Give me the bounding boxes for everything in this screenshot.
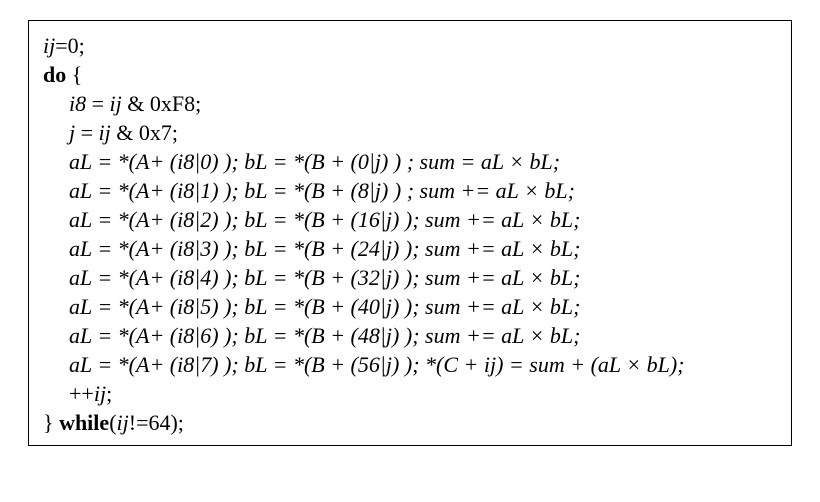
code-line: aL = *(A+ (i8|2) ); bL = *(B + (16|j) );… [43,205,777,234]
sum-part: sum += aL × bL; [425,294,580,319]
a-part: aL = *(A+ (i8|2) ); [69,207,244,232]
b-part: bL = *(B + (40|j) ); [244,294,425,319]
b-part: bL = *(B + (56|j) ); [244,352,425,377]
text: = [75,120,98,145]
code-line: aL = *(A+ (i8|6) ); bL = *(B + (48|j) );… [43,321,777,350]
b-part: bL = *(B + (48|j) ); [244,323,425,348]
var-i8: i8 [69,91,86,116]
text: & 0xF8; [122,91,201,116]
code-line: aL = *(A+ (i8|1) ); bL = *(B + (8|j) ) ;… [43,176,777,205]
sum-part: sum += aL × bL; [425,236,580,261]
code-line: aL = *(A+ (i8|5) ); bL = *(B + (40|j) );… [43,292,777,321]
sum-part: sum += aL × bL; [420,178,575,203]
text: ( [109,410,116,435]
code-line: aL = *(A+ (i8|4) ); bL = *(B + (32|j) );… [43,263,777,292]
code-line: aL = *(A+ (i8|0) ); bL = *(B + (0|j) ) ;… [43,147,777,176]
b-part: bL = *(B + (16|j) ); [244,207,425,232]
code-line: ++ij; [43,379,777,408]
text: !=64); [129,410,184,435]
a-part: aL = *(A+ (i8|4) ); [69,265,244,290]
b-part: bL = *(B + (0|j) ) ; [244,149,419,174]
a-part: aL = *(A+ (i8|3) ); [69,236,244,261]
keyword-do: do [43,62,66,87]
sum-part: sum = aL × bL; [420,149,561,174]
var-ij: ij [99,120,111,145]
var-ij: ij [110,91,122,116]
a-part: aL = *(A+ (i8|1) ); [69,178,244,203]
text: ++ [69,381,94,406]
text: & 0x7; [111,120,178,145]
code-line: aL = *(A+ (i8|7) ); bL = *(B + (56|j) );… [43,350,777,379]
var-ij: ij [43,33,55,58]
b-part: bL = *(B + (32|j) ); [244,265,425,290]
code-line: j = ij & 0x7; [43,118,777,147]
sum-part: sum += aL × bL; [425,207,580,232]
text: } [43,410,59,435]
code-line: i8 = ij & 0xF8; [43,89,777,118]
a-part: aL = *(A+ (i8|5) ); [69,294,244,319]
a-part: aL = *(A+ (i8|7) ); [69,352,244,377]
a-part: aL = *(A+ (i8|0) ); [69,149,244,174]
code-line: do { [43,60,777,89]
text: { [66,62,82,87]
text: ; [106,381,112,406]
a-part: aL = *(A+ (i8|6) ); [69,323,244,348]
sum-part: *(C + ij) = sum + (aL × bL); [425,352,684,377]
code-line: ij=0; [43,31,777,60]
text: = [86,91,109,116]
code-line: aL = *(A+ (i8|3) ); bL = *(B + (24|j) );… [43,234,777,263]
var-ij: ij [94,381,106,406]
var-ij: ij [117,410,129,435]
code-line: } while(ij!=64); [43,408,777,437]
b-part: bL = *(B + (24|j) ); [244,236,425,261]
code-box: ij=0; do { i8 = ij & 0xF8; j = ij & 0x7;… [28,20,792,446]
page: ij=0; do { i8 = ij & 0xF8; j = ij & 0x7;… [0,0,820,502]
sum-part: sum += aL × bL; [425,265,580,290]
text: =0; [55,33,85,58]
b-part: bL = *(B + (8|j) ) ; [244,178,419,203]
keyword-while: while [59,410,109,435]
sum-part: sum += aL × bL; [425,323,580,348]
